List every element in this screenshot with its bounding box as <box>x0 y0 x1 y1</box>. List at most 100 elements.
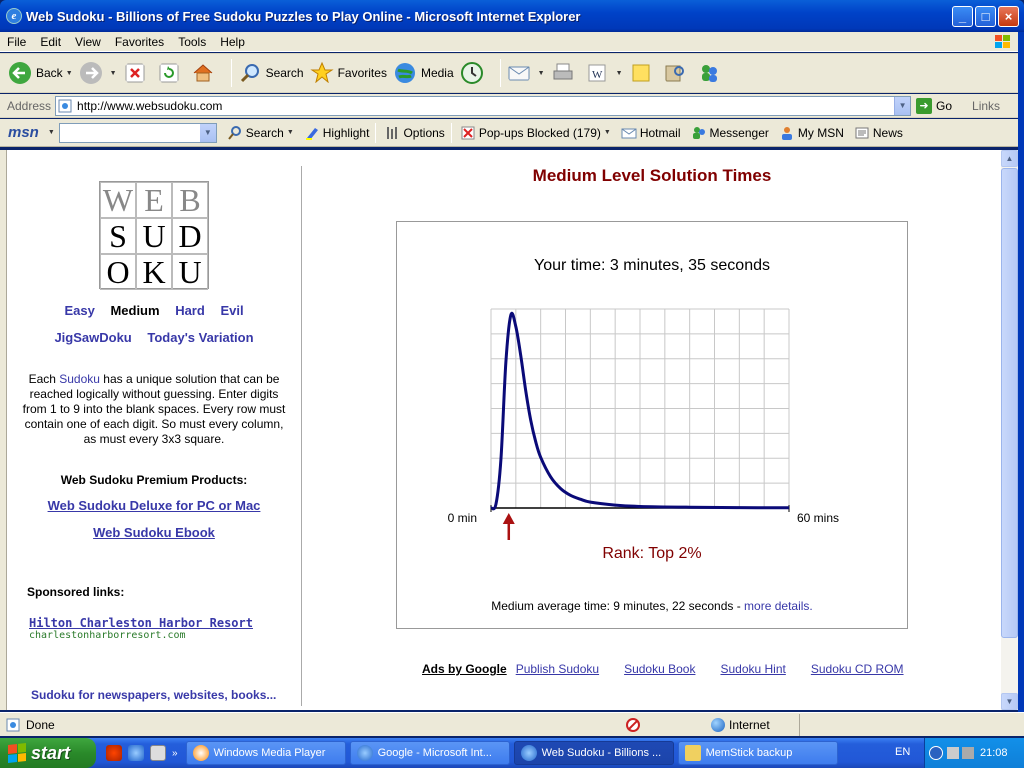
ebook-link[interactable]: Web Sudoku Ebook <box>7 525 301 540</box>
stop-icon <box>125 63 145 83</box>
task-label: Google - Microsoft Int... <box>377 747 492 759</box>
messenger-label: Messenger <box>709 125 769 140</box>
close-button[interactable]: × <box>998 5 1019 27</box>
logo-letter: E <box>136 182 172 218</box>
popups-blocked-button[interactable]: Pop-ups Blocked (179) ▼ <box>460 125 611 141</box>
msn-search-label: Search <box>245 125 284 140</box>
scroll-down-icon[interactable]: ▼ <box>1001 693 1018 710</box>
print-button[interactable] <box>551 61 579 85</box>
scroll-thumb[interactable] <box>1001 168 1018 638</box>
level-hard-link[interactable]: Hard <box>175 303 205 318</box>
x-axis-min-label: 0 min <box>448 511 477 525</box>
deluxe-link[interactable]: Web Sudoku Deluxe for PC or Mac <box>7 498 301 513</box>
average-time: Medium average time: 9 minutes, 22 secon… <box>397 599 907 613</box>
todays-variation-link[interactable]: Today's Variation <box>147 330 253 345</box>
highlighter-icon <box>305 127 318 140</box>
task-windows-media-player[interactable]: Windows Media Player <box>185 741 346 765</box>
ads-by-google-link[interactable]: Ads by Google <box>422 662 507 676</box>
highlight-button[interactable]: Highlight <box>304 125 370 141</box>
hotmail-label: Hotmail <box>639 125 681 140</box>
more-details-link[interactable]: more details. <box>744 599 813 613</box>
messenger-button[interactable] <box>697 61 725 85</box>
edit-button[interactable]: W ▼ <box>585 61 623 85</box>
rank-text: Rank: Top 2% <box>602 545 702 562</box>
menu-edit[interactable]: Edit <box>33 35 68 49</box>
task-web-sudoku[interactable]: Web Sudoku - Billions ... <box>513 741 674 765</box>
forward-button[interactable]: ▼ <box>79 61 117 85</box>
quicklaunch-more-icon[interactable]: » <box>172 748 178 759</box>
mymsn-button[interactable]: My MSN <box>779 125 844 141</box>
task-memstick-backup[interactable]: MemStick backup <box>677 741 838 765</box>
newspapers-link[interactable]: Sudoku for newspapers, websites, books..… <box>31 688 276 702</box>
address-bar: Address http://www.websudoku.com ▼ ➜ Go … <box>0 94 1024 118</box>
popup-blocked-status-icon[interactable] <box>625 717 641 733</box>
messenger-toolbar-button[interactable]: Messenger <box>691 125 769 141</box>
note-icon <box>632 64 650 82</box>
level-evil-link[interactable]: Evil <box>220 303 243 318</box>
back-button[interactable]: Back ▼ <box>8 61 73 85</box>
research-button[interactable] <box>663 61 691 85</box>
address-dropdown-icon[interactable]: ▼ <box>894 96 911 115</box>
address-input[interactable]: http://www.websudoku.com ▼ <box>55 95 912 116</box>
level-easy-link[interactable]: Easy <box>64 303 94 318</box>
ad-link-sudoku-hint[interactable]: Sudoku Hint <box>720 662 785 676</box>
news-button[interactable]: News <box>854 125 903 141</box>
logo-letter: U <box>172 254 208 290</box>
menu-file[interactable]: File <box>0 35 33 49</box>
show-desktop-icon[interactable] <box>150 745 166 761</box>
ad-link-publish-sudoku[interactable]: Publish Sudoku <box>516 662 599 676</box>
minimize-button[interactable]: _ <box>952 5 973 27</box>
logo-letter: S <box>100 218 136 254</box>
windows-logo-icon <box>995 35 1010 48</box>
websudoku-logo[interactable]: W E B S U D O K U <box>99 181 209 290</box>
msn-search-button[interactable]: Search ▼ <box>227 125 294 141</box>
links-button[interactable]: Links <box>972 99 1000 113</box>
maximize-button[interactable]: □ <box>975 5 996 27</box>
jigsawdoku-link[interactable]: JigSawDoku <box>54 330 131 345</box>
msn-logo[interactable]: msn <box>8 124 39 141</box>
ad-link-sudoku-book[interactable]: Sudoku Book <box>624 662 695 676</box>
star-icon <box>309 61 334 84</box>
your-time-marker-arrowhead <box>502 513 515 524</box>
security-zone: Internet <box>711 717 770 732</box>
msn-search-input[interactable]: ▼ <box>58 122 217 143</box>
status-text: Done <box>26 717 55 732</box>
home-button[interactable] <box>191 61 219 85</box>
hotmail-button[interactable]: Hotmail <box>621 125 681 141</box>
task-label: MemStick backup <box>705 747 793 759</box>
ie-quicklaunch-icon[interactable] <box>128 745 144 761</box>
menu-view[interactable]: View <box>68 35 108 49</box>
volume-tray-icon[interactable] <box>962 747 974 759</box>
menu-favorites[interactable]: Favorites <box>108 35 171 49</box>
tray-collapse-icon[interactable] <box>929 746 943 760</box>
mail-button[interactable]: ▼ <box>507 61 545 85</box>
favorites-button[interactable]: Favorites <box>309 61 387 85</box>
menu-tools[interactable]: Tools <box>171 35 213 49</box>
menu-help[interactable]: Help <box>213 35 252 49</box>
network-tray-icon[interactable] <box>947 747 959 759</box>
discuss-button[interactable] <box>629 61 657 85</box>
task-google-ie[interactable]: Google - Microsoft Int... <box>349 741 510 765</box>
back-arrow-icon <box>9 62 31 84</box>
history-button[interactable] <box>460 61 488 85</box>
go-button[interactable]: ➜ Go <box>916 97 952 114</box>
search-button[interactable]: Search <box>238 61 304 85</box>
language-indicator[interactable]: EN <box>895 746 910 758</box>
ad-link-sudoku-cd-rom[interactable]: Sudoku CD ROM <box>811 662 904 676</box>
options-button[interactable]: Options <box>384 125 445 141</box>
msn-dropdown-icon[interactable]: ▼ <box>199 123 216 142</box>
taskbar: start » Windows Media Player Google - Mi… <box>0 738 1024 768</box>
highlight-label: Highlight <box>322 125 370 140</box>
start-button[interactable]: start <box>0 738 96 768</box>
sudoku-link[interactable]: Sudoku <box>59 372 100 386</box>
msn-toolbar: msn ▼ ▼ Search ▼ Highlight Options Pop-ups… <box>0 119 1024 147</box>
hilton-ad-link[interactable]: Hilton Charleston Harbor Resort <box>29 616 253 630</box>
stop-button[interactable] <box>123 61 151 85</box>
favorites-label: Favorites <box>337 66 387 80</box>
refresh-button[interactable] <box>157 61 185 85</box>
scroll-up-icon[interactable]: ▲ <box>1001 150 1018 167</box>
media-button[interactable]: Media <box>393 61 454 85</box>
logo-letter: W <box>100 182 136 218</box>
vertical-scrollbar[interactable]: ▲ ▼ <box>1001 150 1018 710</box>
media-player-quicklaunch-icon[interactable] <box>106 745 122 761</box>
